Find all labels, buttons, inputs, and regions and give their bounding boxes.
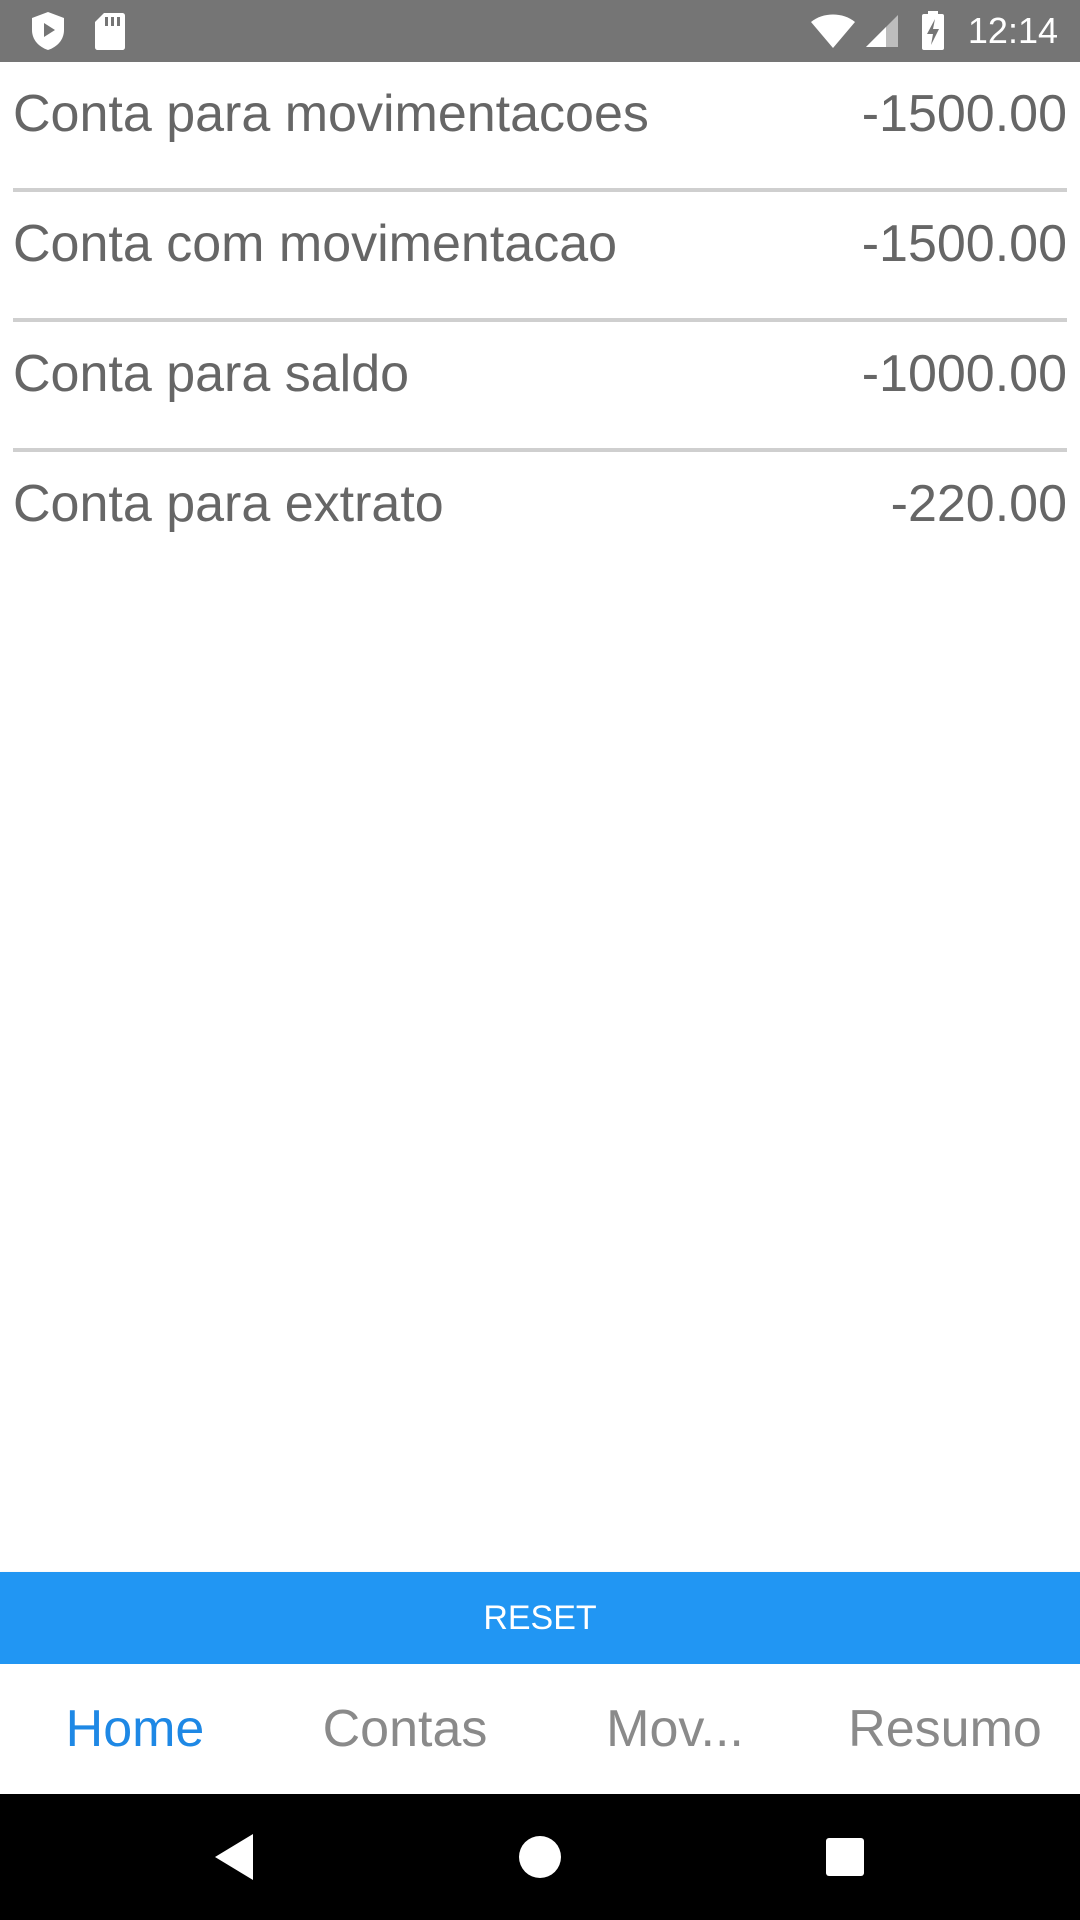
battery-charging-icon <box>918 10 948 52</box>
status-time: 12:14 <box>967 10 1058 51</box>
screen: 12:14 Conta para movimentacoes -1500.00 … <box>0 0 1080 1920</box>
account-name: Conta com movimentacao <box>13 215 618 273</box>
account-balance: -1000.00 <box>861 345 1067 403</box>
navigation-bar <box>0 1794 1080 1920</box>
account-balance: -1500.00 <box>861 85 1067 143</box>
tab-bar: Home Contas Mov... Resumo <box>0 1664 1080 1794</box>
account-name: Conta para movimentacoes <box>13 85 649 143</box>
tab-movimentacoes[interactable]: Mov... <box>540 1664 810 1794</box>
shield-play-icon <box>28 10 68 52</box>
wifi-icon <box>808 10 858 52</box>
account-balance: -220.00 <box>890 475 1067 533</box>
account-row[interactable]: Conta para movimentacoes -1500.00 <box>13 62 1067 192</box>
account-row[interactable]: Conta com movimentacao -1500.00 <box>13 192 1067 322</box>
signal-icon <box>862 10 902 52</box>
account-balance: -1500.00 <box>861 215 1067 273</box>
account-name: Conta para saldo <box>13 345 410 403</box>
account-row[interactable]: Conta para extrato -220.00 <box>13 452 1067 578</box>
account-list: Conta para movimentacoes -1500.00 Conta … <box>13 62 1067 578</box>
sd-card-icon <box>92 10 128 52</box>
tab-home[interactable]: Home <box>0 1664 270 1794</box>
tab-resumo[interactable]: Resumo <box>810 1664 1080 1794</box>
back-icon[interactable] <box>200 1822 270 1892</box>
home-icon[interactable] <box>505 1822 575 1892</box>
account-name: Conta para extrato <box>13 475 444 533</box>
tab-contas[interactable]: Contas <box>270 1664 540 1794</box>
recents-icon[interactable] <box>810 1822 880 1892</box>
reset-button[interactable]: RESET <box>0 1572 1080 1664</box>
account-row[interactable]: Conta para saldo -1000.00 <box>13 322 1067 452</box>
status-bar: 12:14 <box>0 0 1080 62</box>
